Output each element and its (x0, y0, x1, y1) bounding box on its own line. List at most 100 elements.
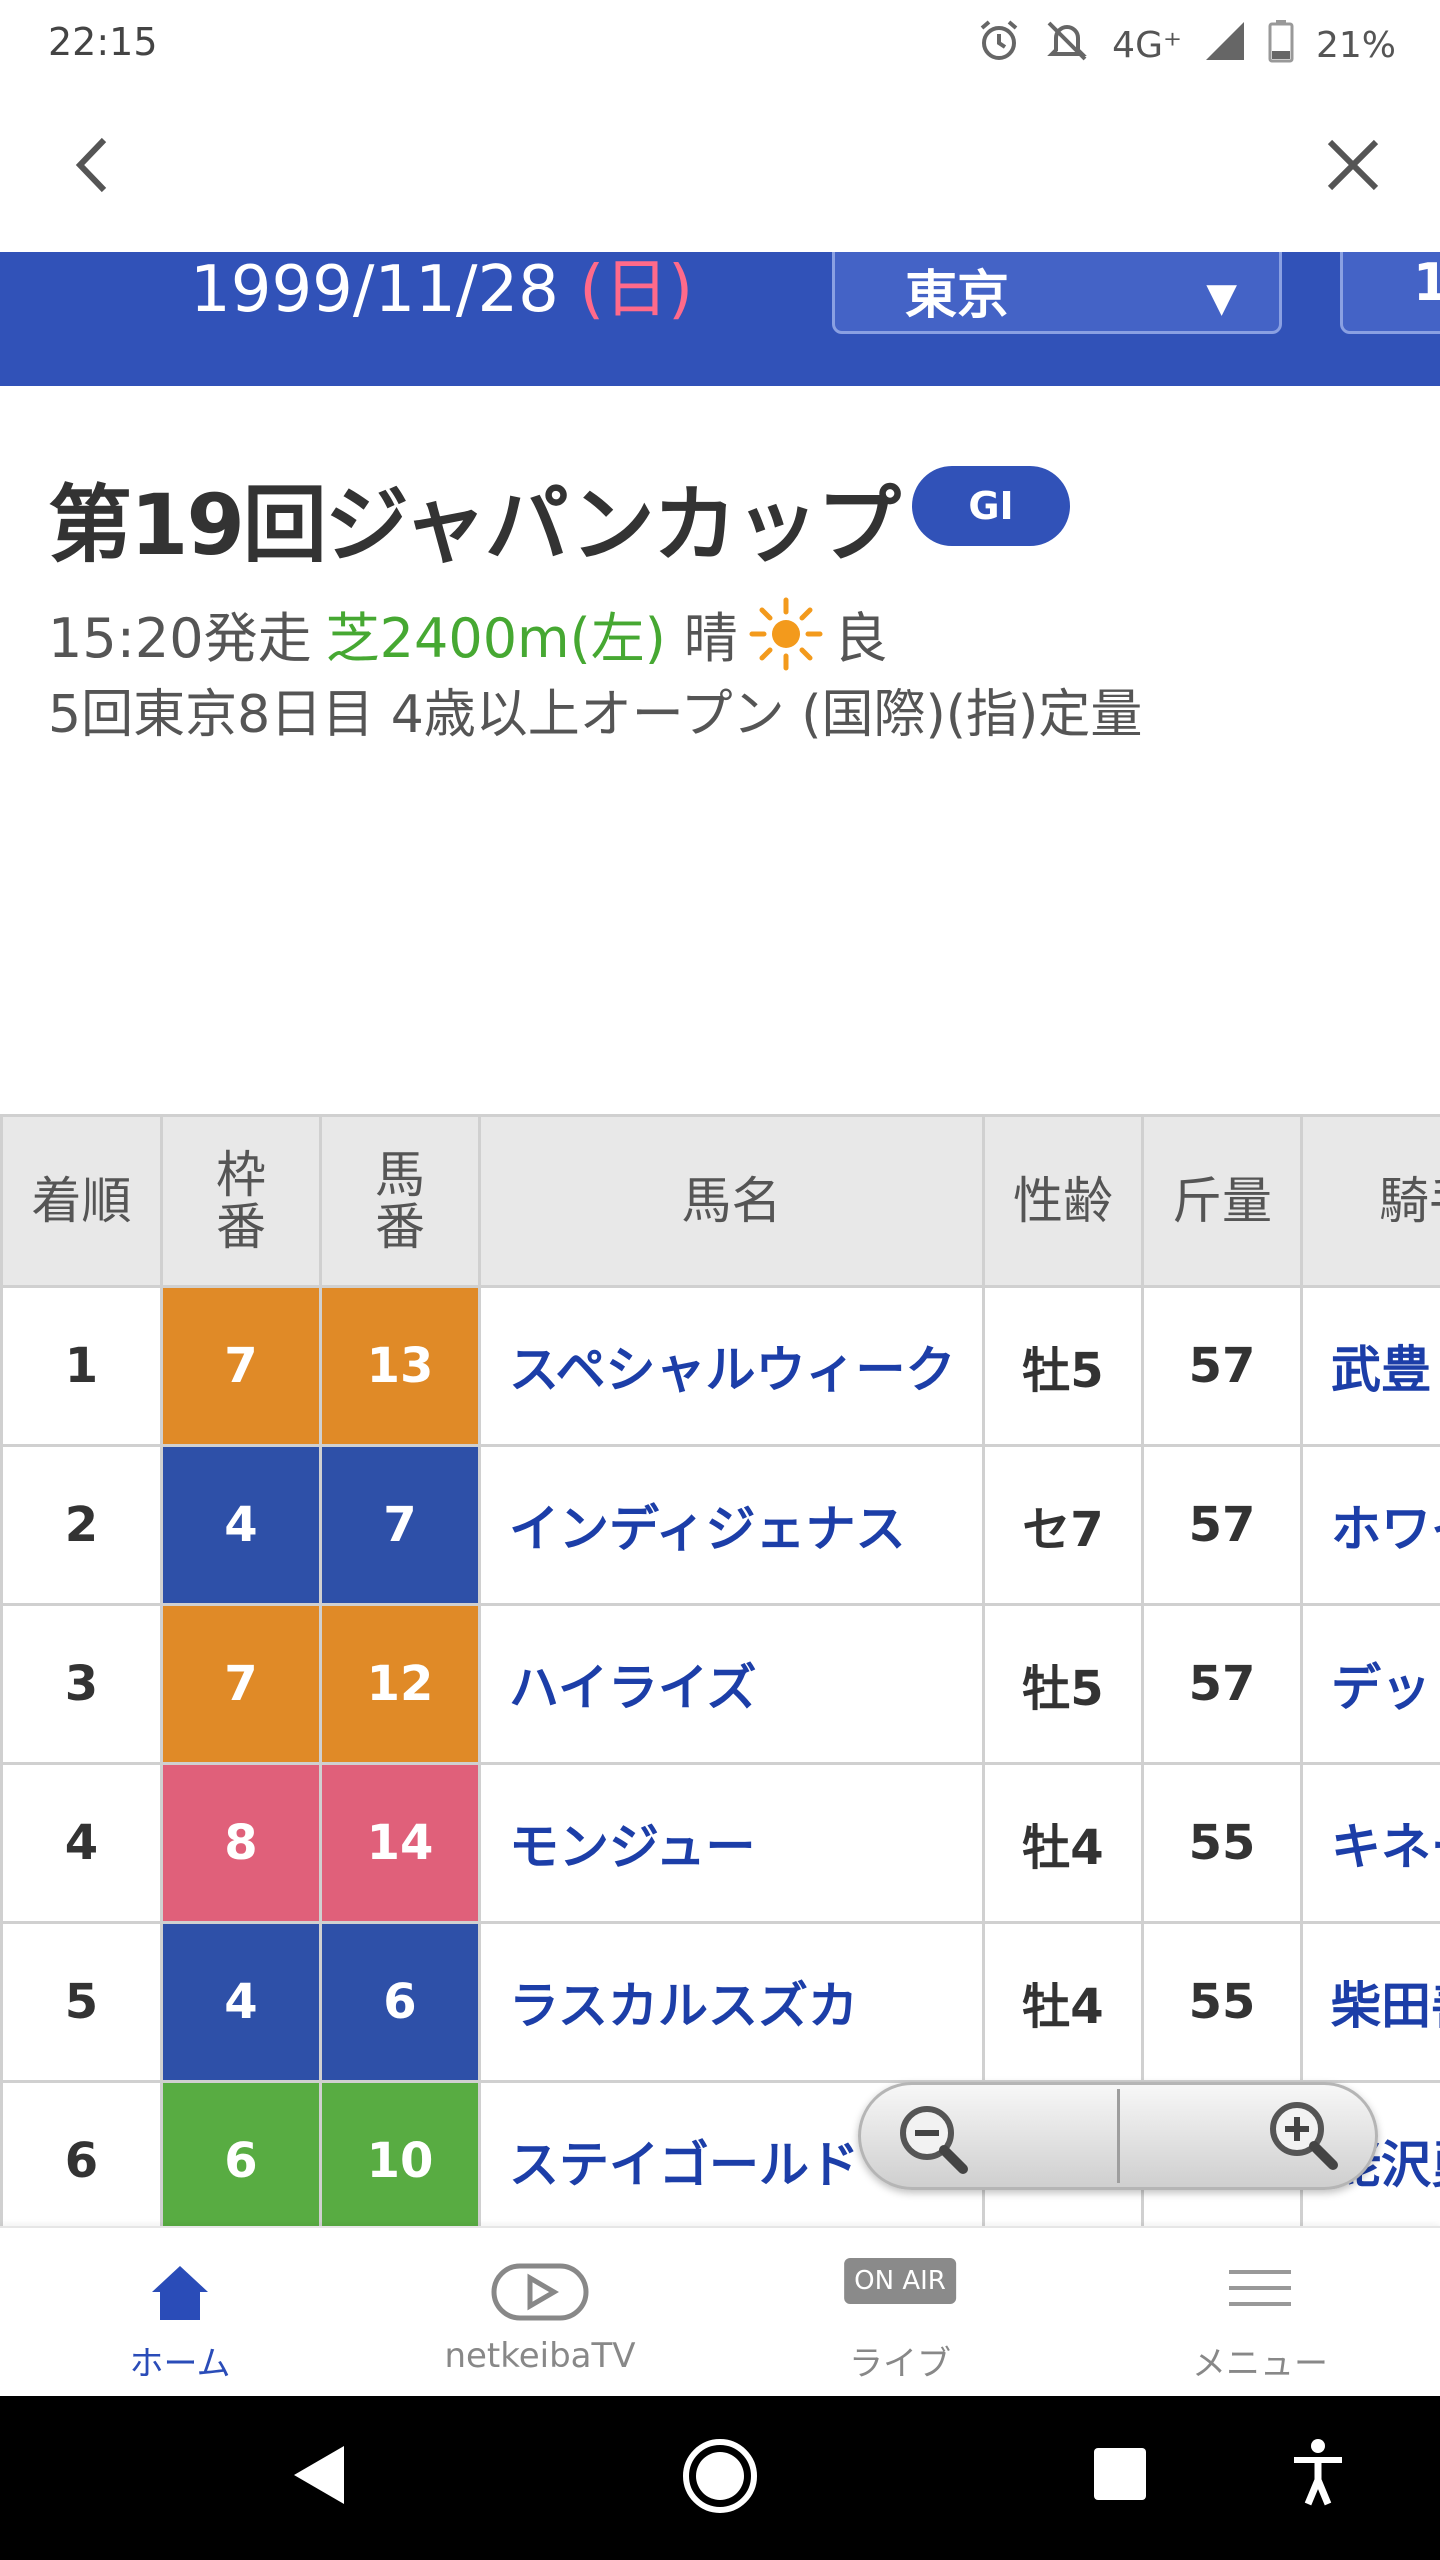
rank-cell: 1 (0, 1285, 163, 1447)
system-back-icon[interactable] (290, 2442, 346, 2512)
weight-cell: 57 (1141, 1285, 1303, 1447)
video-play-icon (490, 2260, 590, 2328)
header-waku: 枠番 (160, 1114, 322, 1288)
mute-bell-icon (1044, 18, 1090, 73)
zoom-divider (1117, 2089, 1120, 2183)
waku-cell: 4 (160, 1444, 322, 1606)
race-number-value: 1 (1413, 253, 1440, 313)
table-row: 5 4 6 ラスカルスズカ 牡4 55 柴田善 (0, 1921, 1440, 2083)
going-label: 良 (833, 607, 888, 670)
zoom-in-icon (1270, 2102, 1338, 2170)
race-title: 第19回ジャパンカップ (48, 476, 901, 574)
start-time: 15:20発走 (48, 607, 312, 670)
weather-label: 晴 (683, 607, 738, 670)
sex-age-cell: セ7 (982, 1444, 1144, 1606)
header-rank: 着順 (0, 1114, 163, 1288)
rank-cell: 2 (0, 1444, 163, 1606)
home-icon (148, 2260, 212, 2328)
uma-cell: 6 (319, 1921, 481, 2083)
system-nav-bar (0, 2396, 1440, 2560)
sex-age-cell: 牡5 (982, 1285, 1144, 1447)
nav-menu-label: メニュー (1192, 2344, 1328, 2384)
bottom-nav: ホーム netkeibaTV ON AIR ライブ メニュー (0, 2226, 1440, 2398)
waku-cell: 6 (160, 2080, 322, 2226)
horse-name-link[interactable]: モンジュー (478, 1762, 985, 1924)
system-recents-icon[interactable] (1092, 2446, 1148, 2506)
results-table: 着順 枠番 馬番 馬名 性齢 斤量 騎手 1 7 13 スペシャルウィーク 牡5… (0, 1114, 1440, 2226)
horse-name-link[interactable]: ラスカルスズカ (478, 1921, 985, 2083)
table-row: 2 4 7 インディジェナス セ7 57 ホワイ (0, 1444, 1440, 1606)
race-number-select[interactable]: 1 (1340, 252, 1440, 334)
weight-cell: 57 (1141, 1444, 1303, 1606)
accessibility-icon[interactable] (1290, 2438, 1346, 2512)
zoom-in-button[interactable] (1253, 2097, 1353, 2177)
grade-badge: GI (912, 466, 1070, 546)
network-label: 4G⁺ (1112, 25, 1182, 66)
nav-tv[interactable]: netkeibaTV (360, 2228, 720, 2398)
rank-cell: 4 (0, 1762, 163, 1924)
uma-cell: 13 (319, 1285, 481, 1447)
waku-cell: 7 (160, 1285, 322, 1447)
onair-badge: ON AIR (844, 2258, 956, 2304)
horse-name-link[interactable]: スペシャルウィーク (478, 1285, 985, 1447)
zoom-out-button[interactable] (887, 2099, 987, 2179)
rank-cell: 3 (0, 1603, 163, 1765)
close-button[interactable] (1318, 130, 1388, 200)
browser-header (0, 84, 1440, 254)
nav-home[interactable]: ホーム (0, 2228, 360, 2398)
weight-cell: 55 (1141, 1921, 1303, 2083)
alarm-icon (976, 18, 1022, 73)
table-row: 4 8 14 モンジュー 牡4 55 キネー (0, 1762, 1440, 1924)
weight-cell: 55 (1141, 1762, 1303, 1924)
sex-age-cell: 牡5 (982, 1603, 1144, 1765)
table-header-row: 着順 枠番 馬番 馬名 性齢 斤量 騎手 (0, 1114, 1440, 1288)
signal-icon (1204, 20, 1246, 71)
weight-cell: 57 (1141, 1603, 1303, 1765)
results-table-container[interactable]: 着順 枠番 馬番 馬名 性齢 斤量 騎手 1 7 13 スペシャルウィーク 牡5… (0, 1114, 1440, 2226)
status-bar: 22:15 4G⁺ 21% (0, 0, 1440, 84)
status-icons: 4G⁺ 21% (976, 18, 1396, 73)
horse-name-link[interactable]: インディジェナス (478, 1444, 985, 1606)
waku-cell: 4 (160, 1921, 322, 2083)
jockey-link[interactable]: ホワイ (1300, 1444, 1440, 1606)
header-jockey: 騎手 (1300, 1114, 1440, 1288)
close-icon (1327, 139, 1379, 191)
race-date: 1999/11/28 (日) (190, 252, 693, 330)
battery-icon (1268, 19, 1294, 72)
header-sex-age: 性齢 (982, 1114, 1144, 1288)
jockey-link[interactable]: キネー (1300, 1762, 1440, 1924)
table-row: 1 7 13 スペシャルウィーク 牡5 57 武豊 (0, 1285, 1440, 1447)
nav-tv-label: netkeibaTV (444, 2336, 636, 2376)
jockey-link[interactable]: 武豊 (1300, 1285, 1440, 1447)
header-weight: 斤量 (1141, 1114, 1303, 1288)
jockey-link[interactable]: 柴田善 (1300, 1921, 1440, 2083)
horse-name-link[interactable]: ハイライズ (478, 1603, 985, 1765)
venue-value: 東京 (905, 266, 1010, 326)
nav-live[interactable]: ON AIR ライブ (720, 2228, 1080, 2398)
day-of-week: (日) (579, 253, 694, 327)
venue-select[interactable]: 東京 ▼ (832, 252, 1282, 334)
zoom-control (858, 2082, 1378, 2190)
system-home-icon[interactable] (680, 2436, 760, 2520)
menu-icon (1227, 2268, 1293, 2312)
nav-home-label: ホーム (129, 2344, 231, 2384)
status-time: 22:15 (48, 20, 158, 64)
rank-cell: 5 (0, 1921, 163, 2083)
header-horse: 馬名 (478, 1114, 985, 1288)
nav-menu[interactable]: メニュー (1080, 2228, 1440, 2398)
nav-live-label: ライブ (849, 2344, 951, 2384)
waku-cell: 7 (160, 1603, 322, 1765)
table-row: 3 7 12 ハイライズ 牡5 57 デット (0, 1603, 1440, 1765)
uma-cell: 10 (319, 2080, 481, 2226)
uma-cell: 14 (319, 1762, 481, 1924)
sun-icon (748, 596, 824, 672)
race-conditions: 5回東京8日目 4歳以上オープン (国際)(指)定量 (48, 685, 1143, 745)
back-button[interactable] (60, 130, 130, 200)
dropdown-arrow-icon: ▼ (1206, 275, 1237, 321)
sex-age-cell: 牡4 (982, 1762, 1144, 1924)
header-uma: 馬番 (319, 1114, 481, 1288)
sex-age-cell: 牡4 (982, 1921, 1144, 2083)
course-info: 芝2400m(左) (325, 607, 666, 670)
jockey-link[interactable]: デット (1300, 1603, 1440, 1765)
chevron-left-icon (75, 137, 107, 193)
